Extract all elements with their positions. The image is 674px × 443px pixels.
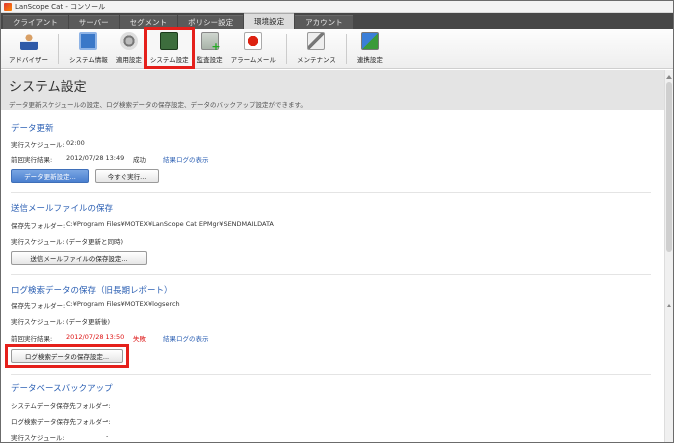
data-update-status: 成功 (133, 156, 146, 164)
tab-segment[interactable]: セグメント (119, 15, 178, 29)
toolbar-audit-settings-label: 監査設定 (196, 56, 223, 64)
window-title: LanScope Cat - コンソール (15, 2, 106, 11)
tab-policy-settings[interactable]: ポリシー設定 (178, 15, 244, 29)
log-save-schedule-label: 実行スケジュール: (11, 318, 65, 326)
db-backup-title: データベースバックアップ (11, 384, 113, 394)
integration-settings-icon (360, 32, 379, 50)
db-backup-log-folder-label: ログ検索データ保存先フォルダー: (11, 418, 111, 426)
tab-server[interactable]: サーバー (68, 15, 119, 29)
apply-settings-gear-icon (119, 32, 138, 50)
db-backup-sys-folder-row: システムデータ保存先フォルダー: - (11, 400, 111, 410)
alarm-mail-icon (244, 32, 263, 50)
toolbar-integration-button[interactable]: 連携設定 (353, 29, 387, 67)
toolbar-divider (285, 34, 287, 64)
log-save-title: ログ検索データの保存（旧長期レポート） (11, 286, 173, 296)
tab-account[interactable]: アカウント (295, 15, 353, 29)
log-save-folder-label: 保存先フォルダー: (11, 302, 66, 310)
db-backup-schedule-row: 実行スケジュール: - (11, 432, 108, 442)
log-save-folder-value: C:¥Program Files¥MOTEX¥logserch (66, 300, 180, 308)
log-save-last-row: 前回実行結果: 2012/07/28 13:50 失敗 結果ログの表示 (11, 333, 209, 343)
log-save-status: 失敗 (133, 335, 146, 343)
toolbar-integration-label: 連携設定 (356, 56, 383, 64)
data-update-schedule-value: 02:00 (66, 139, 85, 147)
title-bar: LanScope Cat - コンソール (1, 1, 673, 13)
log-save-schedule-row: 実行スケジュール: (データ更新後) (11, 316, 110, 326)
mail-save-settings-button[interactable]: 送信メールファイルの保存設定... (11, 251, 147, 265)
toolbar-divider (345, 34, 347, 64)
section-divider (11, 374, 651, 375)
data-update-title: データ更新 (11, 124, 54, 134)
app-logo-icon (4, 2, 12, 11)
scrollbar-thumb[interactable] (666, 82, 672, 252)
toolbar-apply-settings-label: 適用設定 (115, 56, 142, 64)
tab-environment-settings[interactable]: 環境設定 (244, 13, 295, 29)
highlight-box (5, 344, 129, 368)
vertical-scrollbar[interactable] (664, 70, 673, 442)
toolbar-advisor-label: アドバイザー (9, 56, 48, 64)
main-tab-bar: クライアント サーバー セグメント ポリシー設定 環境設定 アカウント (1, 13, 673, 29)
mail-save-folder-label: 保存先フォルダー: (11, 222, 66, 230)
data-update-settings-button[interactable]: データ更新設定... (11, 169, 89, 183)
db-backup-schedule-value: - (106, 432, 109, 440)
toolbar-system-info-label: システム情報 (69, 56, 108, 64)
db-backup-log-folder-value: - (106, 416, 109, 424)
data-update-schedule-row: 実行スケジュール: 02:00 (11, 139, 85, 149)
mail-save-folder-value: C:¥Program Files¥MOTEX¥LanScope Cat EPMg… (66, 220, 274, 228)
system-info-icon (79, 32, 98, 50)
toolbar-apply-settings-button[interactable]: 適用設定 (112, 29, 146, 67)
section-divider (11, 192, 651, 193)
mail-save-schedule-label: 実行スケジュール: (11, 238, 65, 246)
page-title: システム設定 (9, 80, 87, 95)
run-now-button[interactable]: 今すぐ実行... (95, 169, 159, 183)
mail-save-title: 送信メールファイルの保存 (11, 204, 114, 214)
scroll-marker-icon (667, 302, 671, 307)
data-update-last-value: 2012/07/28 13:49 (66, 154, 125, 162)
advisor-user-icon (19, 32, 38, 50)
db-backup-sys-folder-label: システムデータ保存先フォルダー: (11, 402, 111, 410)
data-update-schedule-label: 実行スケジュール: (11, 141, 65, 149)
toolbar-audit-settings-button[interactable]: 監査設定 (193, 29, 227, 67)
toolbar-maintenance-button[interactable]: メンテナンス (293, 29, 340, 67)
console-window: LanScope Cat - コンソール クライアント サーバー セグメント ポ… (0, 0, 674, 443)
log-save-log-link[interactable]: 結果ログの表示 (163, 333, 209, 343)
data-update-last-row: 前回実行結果: 2012/07/28 13:49 成功 結果ログの表示 (11, 154, 209, 164)
audit-settings-icon (200, 32, 221, 53)
db-backup-log-folder-row: ログ検索データ保存先フォルダー: - (11, 416, 111, 426)
system-settings-server-icon (160, 32, 179, 50)
toolbar-system-info-button[interactable]: システム情報 (65, 29, 112, 67)
db-backup-schedule-label: 実行スケジュール: (11, 434, 65, 442)
toolbar: アドバイザー システム情報 適用設定 システム設定 監査設定 アラームメール メ… (1, 27, 673, 69)
toolbar-alarm-mail-label: アラームメール (230, 56, 276, 64)
log-save-last-value: 2012/07/28 13:50 (66, 333, 125, 341)
mail-save-schedule-row: 実行スケジュール: (データ更新と同時) (11, 236, 123, 246)
toolbar-divider (58, 34, 59, 64)
maintenance-tools-icon (307, 32, 326, 50)
mail-save-schedule-value: (データ更新と同時) (66, 238, 124, 246)
section-divider (11, 274, 651, 275)
settings-content: データ更新 実行スケジュール: 02:00 前回実行結果: 2012/07/28… (1, 110, 665, 442)
log-save-folder-row: 保存先フォルダー: C:¥Program Files¥MOTEX¥logserc… (11, 300, 180, 310)
toolbar-system-settings-button[interactable]: システム設定 (143, 27, 195, 69)
data-update-last-label: 前回実行結果: (11, 156, 53, 164)
toolbar-alarm-mail-button[interactable]: アラームメール (227, 29, 280, 67)
data-update-log-link[interactable]: 結果ログの表示 (163, 154, 209, 164)
toolbar-advisor-button[interactable]: アドバイザー (5, 29, 52, 67)
page-description: データ更新スケジュールの設定、ログ検索データの保存設定、データのバックアップ設定… (9, 101, 307, 109)
log-save-last-label: 前回実行結果: (11, 335, 53, 343)
mail-save-folder-row: 保存先フォルダー: C:¥Program Files¥MOTEX¥LanScop… (11, 220, 274, 230)
page-header: システム設定 データ更新スケジュールの設定、ログ検索データの保存設定、データのバ… (1, 70, 665, 110)
db-backup-sys-folder-value: - (106, 400, 109, 408)
toolbar-maintenance-label: メンテナンス (296, 56, 336, 64)
scroll-up-arrow-icon[interactable] (666, 72, 672, 79)
tab-client[interactable]: クライアント (3, 15, 68, 29)
log-save-schedule-value: (データ更新後) (66, 318, 111, 326)
toolbar-system-settings-label: システム設定 (149, 56, 189, 64)
